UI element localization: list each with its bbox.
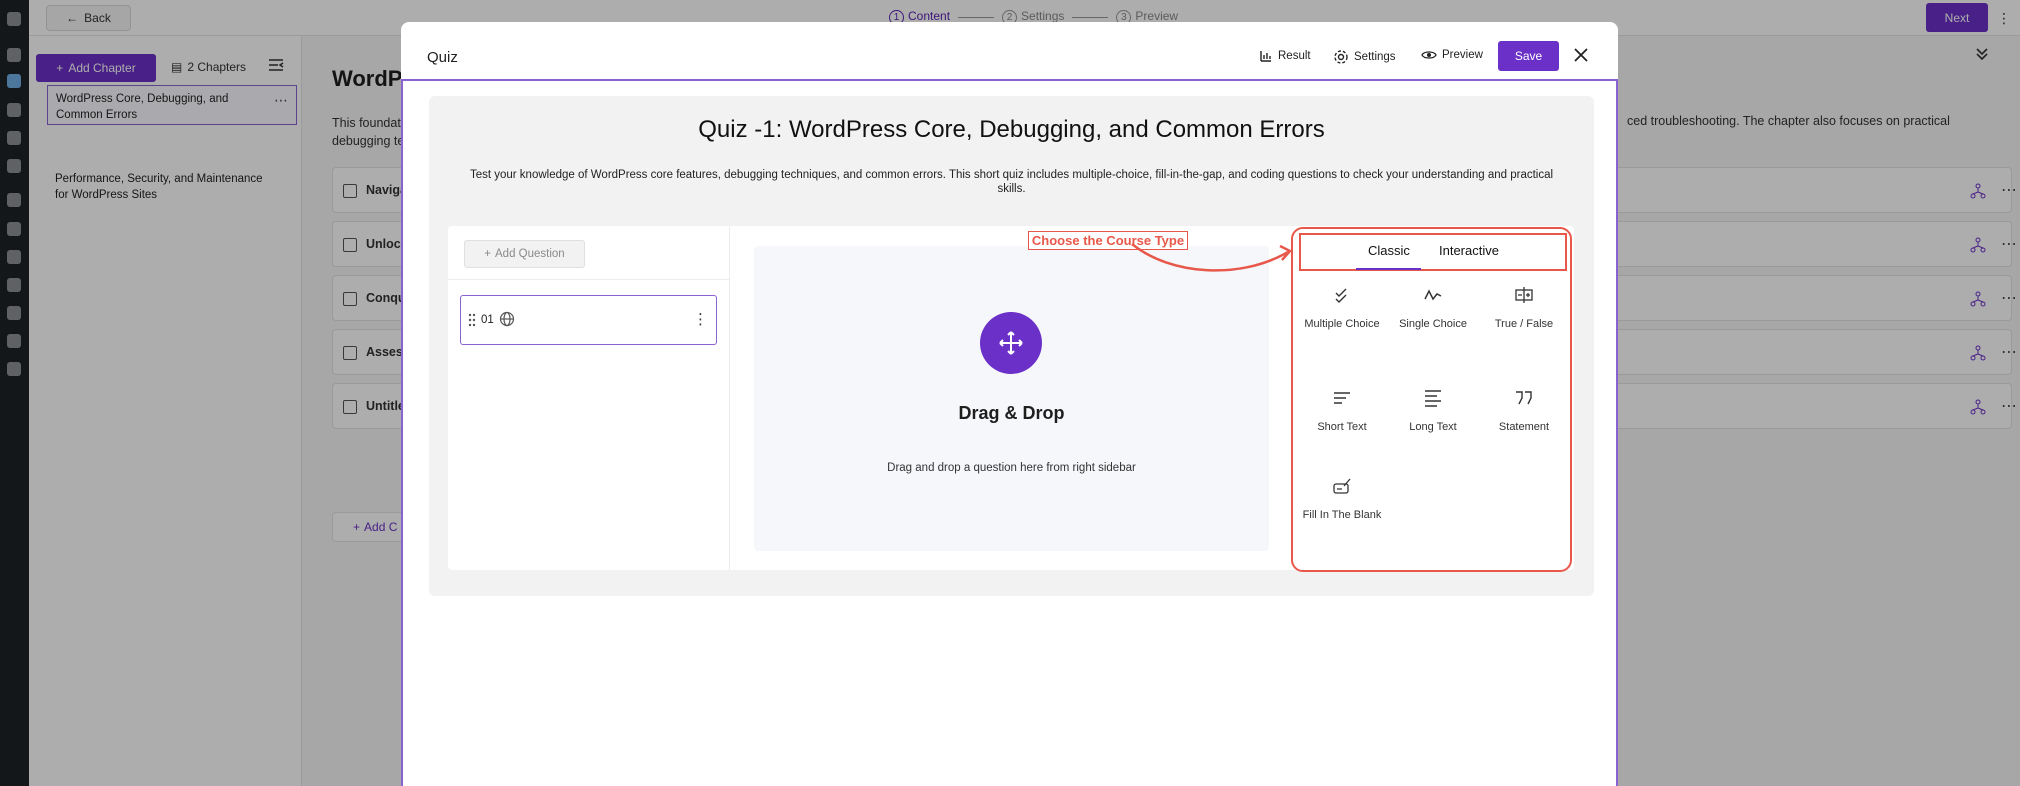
question-type-fill-blank[interactable]: Fill In The Blank — [1297, 476, 1387, 523]
question-drop-zone[interactable]: Drag & Drop Drag and drop a question her… — [754, 246, 1269, 551]
drag-handle-icon[interactable] — [467, 312, 477, 328]
result-button[interactable]: Result — [1259, 49, 1311, 63]
question-types-panel: Classic Interactive Multiple Choice Sing… — [1291, 227, 1572, 572]
quiz-description[interactable]: Test your knowledge of WordPress core fe… — [469, 168, 1554, 196]
question-number: 01 — [481, 314, 494, 326]
quote-icon — [1516, 391, 1532, 405]
quiz-title[interactable]: Quiz -1: WordPress Core, Debugging, and … — [429, 116, 1594, 144]
move-icon — [980, 312, 1042, 374]
active-tab-indicator — [1356, 268, 1421, 270]
tab-interactive[interactable]: Interactive — [1439, 243, 1499, 258]
question-type-single-choice[interactable]: Single Choice — [1388, 285, 1478, 332]
question-type-true-false[interactable]: True / False — [1479, 285, 1569, 332]
multiple-choice-icon — [1335, 288, 1347, 303]
question-type-statement[interactable]: Statement — [1479, 388, 1569, 435]
close-icon[interactable] — [1570, 44, 1592, 66]
plus-icon: + — [484, 248, 492, 260]
question-type-long-text[interactable]: Long Text — [1388, 388, 1478, 435]
bar-chart-icon — [1260, 51, 1271, 62]
annotation-arrow — [1131, 243, 1293, 272]
gear-icon — [1334, 50, 1348, 64]
question-list: + Add Question 01 ⋮ — [448, 226, 730, 570]
single-choice-icon — [1424, 289, 1442, 301]
more-vertical-icon[interactable]: ⋮ — [693, 310, 708, 328]
preview-button[interactable]: Preview — [1421, 49, 1483, 61]
divider — [448, 279, 730, 280]
question-type-tabs: Classic Interactive — [1299, 233, 1567, 271]
eye-icon — [1421, 51, 1437, 59]
fill-blank-icon — [1333, 478, 1351, 494]
long-text-icon — [1425, 390, 1441, 407]
question-item[interactable]: 01 ⋮ — [460, 295, 717, 345]
modal-title: Quiz — [427, 49, 458, 66]
true-false-icon — [1515, 287, 1533, 303]
add-question-button[interactable]: + Add Question — [464, 240, 585, 268]
globe-icon — [499, 311, 515, 327]
tab-classic[interactable]: Classic — [1368, 243, 1410, 258]
drop-zone-hint: Drag and drop a question here from right… — [887, 462, 1136, 474]
question-type-multiple-choice[interactable]: Multiple Choice — [1297, 285, 1387, 332]
settings-button[interactable]: Settings — [1333, 49, 1396, 65]
modal-header: Quiz Result Settings Preview Save — [401, 22, 1618, 81]
drop-zone-title: Drag & Drop — [958, 403, 1065, 423]
save-button[interactable]: Save — [1498, 41, 1559, 71]
short-text-icon — [1334, 392, 1350, 404]
question-type-short-text[interactable]: Short Text — [1297, 388, 1387, 435]
